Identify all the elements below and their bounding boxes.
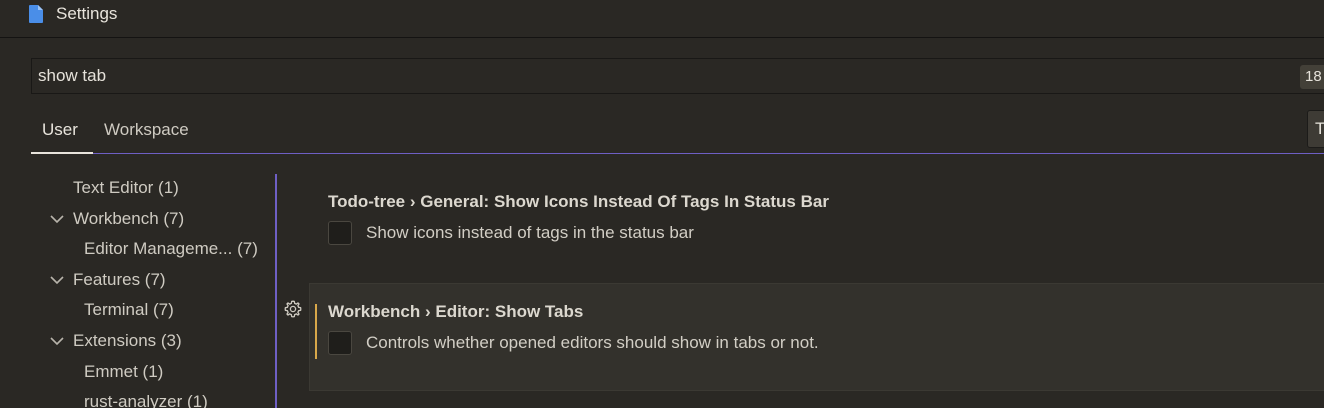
toc-item-rust-analyzer[interactable]: rust-analyzer (1) bbox=[84, 392, 208, 408]
tabs-divider bbox=[93, 153, 1324, 154]
toc-item-extensions[interactable]: Extensions (3) bbox=[73, 331, 182, 351]
result-count-badge: 18 bbox=[1300, 65, 1324, 89]
chevron-down-icon[interactable] bbox=[50, 336, 64, 346]
setting-category: Workbench › Editor: bbox=[328, 302, 495, 321]
setting-checkbox[interactable] bbox=[328, 221, 352, 245]
toc-item-terminal[interactable]: Terminal (7) bbox=[84, 300, 174, 320]
toc-item-workbench[interactable]: Workbench (7) bbox=[73, 209, 184, 229]
file-icon bbox=[29, 5, 43, 23]
modified-indicator bbox=[315, 304, 317, 359]
editor-tab-title[interactable]: Settings bbox=[56, 4, 117, 24]
toc-item-editor-management[interactable]: Editor Manageme... (7) bbox=[84, 239, 258, 259]
toc-item-emmet[interactable]: Emmet (1) bbox=[84, 362, 163, 382]
setting-description: Show icons instead of tags in the status… bbox=[366, 223, 694, 242]
setting-name: Show Icons Instead Of Tags In Status Bar bbox=[493, 192, 829, 211]
setting-description: Controls whether opened editors should s… bbox=[366, 333, 819, 352]
tab-workspace[interactable]: Workspace bbox=[104, 120, 189, 140]
toc-item-text-editor[interactable]: Text Editor (1) bbox=[73, 178, 179, 198]
setting-title: Todo-tree › General: Show Icons Instead … bbox=[328, 192, 829, 212]
chevron-down-icon[interactable] bbox=[50, 214, 64, 224]
settings-search-input[interactable]: show tab bbox=[31, 58, 1324, 94]
open-settings-json-button[interactable]: T bbox=[1307, 110, 1324, 148]
tab-user[interactable]: User bbox=[42, 120, 78, 140]
settings-toc: Text Editor (1) Workbench (7) Editor Man… bbox=[0, 174, 276, 408]
setting-checkbox[interactable] bbox=[328, 331, 352, 355]
gear-icon[interactable] bbox=[283, 299, 303, 319]
setting-category: Todo-tree › General: bbox=[328, 192, 494, 211]
setting-title: Workbench › Editor: Show Tabs bbox=[328, 302, 583, 322]
search-query[interactable]: show tab bbox=[38, 66, 106, 86]
toc-divider bbox=[275, 174, 277, 408]
toc-item-features[interactable]: Features (7) bbox=[73, 270, 166, 290]
active-tab-indicator bbox=[31, 152, 93, 154]
title-bar: Settings bbox=[0, 0, 1324, 38]
setting-name: Show Tabs bbox=[494, 302, 584, 321]
chevron-down-icon[interactable] bbox=[50, 275, 64, 285]
